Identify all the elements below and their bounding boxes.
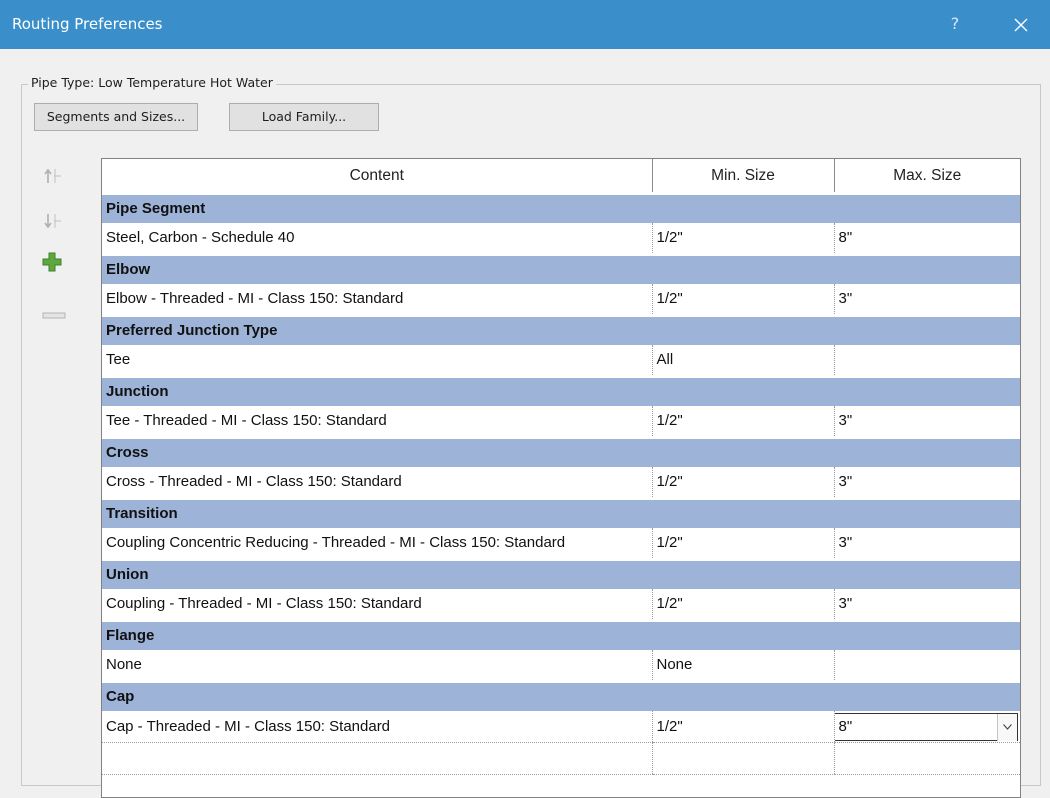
max-size-dropdown-cell[interactable]: 8" [833,710,1020,743]
routing-preferences-grid: Content Min. Size Max. Size Pipe Segment… [101,158,1021,798]
category-header: Union [102,558,1020,589]
min-size-cell[interactable]: 1/2" [651,222,834,255]
chevron-down-icon [1003,723,1012,730]
content-cell[interactable]: Coupling - Threaded - MI - Class 150: St… [102,588,652,621]
remove-row-icon[interactable] [42,305,66,324]
min-size-cell[interactable]: 1/2" [651,283,834,316]
min-size-cell[interactable]: 1/2" [651,710,834,743]
max-size-cell[interactable]: 3" [833,283,1020,316]
empty-row[interactable] [102,742,1020,775]
pipe-type-label: Pipe Type: Low Temperature Hot Water [28,74,276,92]
column-header-min-size[interactable]: Min. Size [651,159,835,194]
table-row[interactable]: Coupling Concentric Reducing - Threaded … [102,527,1020,560]
category-header: Junction [102,375,1020,406]
table-row[interactable]: Cap - Threaded - MI - Class 150: Standar… [102,710,1020,743]
column-header-content[interactable]: Content [102,159,653,194]
segments-and-sizes-button[interactable]: Segments and Sizes... [34,103,198,131]
min-size-cell[interactable]: 1/2" [651,527,834,560]
category-header: Cross [102,436,1020,467]
content-cell[interactable]: Tee [102,344,652,377]
content-cell[interactable]: Tee - Threaded - MI - Class 150: Standar… [102,405,652,438]
max-size-selected-value: 8" [838,717,853,735]
min-size-cell[interactable]: 1/2" [651,588,834,621]
min-size-cell[interactable]: All [651,344,834,377]
min-size-cell[interactable]: None [651,649,834,682]
category-header: Preferred Junction Type [102,314,1020,345]
dropdown-button[interactable] [997,713,1017,741]
max-size-select[interactable]: 8" [835,712,1018,741]
table-row[interactable]: Tee - Threaded - MI - Class 150: Standar… [102,405,1020,438]
title-bar: Routing Preferences ? [0,0,1050,49]
max-size-cell[interactable]: 3" [833,405,1020,438]
category-header: Transition [102,497,1020,528]
close-icon [1014,18,1028,32]
max-size-cell[interactable] [833,742,1020,775]
move-down-icon[interactable] [43,211,65,235]
category-header: Flange [102,619,1020,650]
table-row[interactable]: Tee All [102,344,1020,377]
content-cell[interactable]: Coupling Concentric Reducing - Threaded … [102,527,652,560]
content-cell[interactable]: Elbow - Threaded - MI - Class 150: Stand… [102,283,652,316]
max-size-cell[interactable] [833,344,1020,377]
content-cell[interactable]: Steel, Carbon - Schedule 40 [102,222,652,255]
max-size-cell[interactable]: 8" [833,222,1020,255]
max-size-cell[interactable] [833,649,1020,682]
close-button[interactable] [1001,0,1041,49]
max-size-cell[interactable]: 3" [833,527,1020,560]
table-row[interactable]: Steel, Carbon - Schedule 40 1/2" 8" [102,222,1020,255]
window-title: Routing Preferences [12,15,163,33]
table-row[interactable]: Elbow - Threaded - MI - Class 150: Stand… [102,283,1020,316]
help-button[interactable]: ? [938,0,972,49]
min-size-cell[interactable] [651,742,834,775]
table-row[interactable]: Coupling - Threaded - MI - Class 150: St… [102,588,1020,621]
add-row-icon[interactable] [41,251,63,277]
content-cell[interactable]: Cap - Threaded - MI - Class 150: Standar… [102,710,652,743]
table-row[interactable]: None None [102,649,1020,682]
category-header: Cap [102,680,1020,711]
load-family-button[interactable]: Load Family... [229,103,379,131]
content-cell[interactable]: Cross - Threaded - MI - Class 150: Stand… [102,466,652,499]
min-size-cell[interactable]: 1/2" [651,405,834,438]
min-size-cell[interactable]: 1/2" [651,466,834,499]
table-row[interactable]: Cross - Threaded - MI - Class 150: Stand… [102,466,1020,499]
column-header-max-size[interactable]: Max. Size [833,159,1020,194]
category-header: Elbow [102,253,1020,284]
move-up-icon[interactable] [43,166,65,190]
max-size-cell[interactable]: 3" [833,466,1020,499]
category-header: Pipe Segment [102,192,1020,223]
content-cell[interactable] [102,742,652,775]
content-cell[interactable]: None [102,649,652,682]
max-size-cell[interactable]: 3" [833,588,1020,621]
